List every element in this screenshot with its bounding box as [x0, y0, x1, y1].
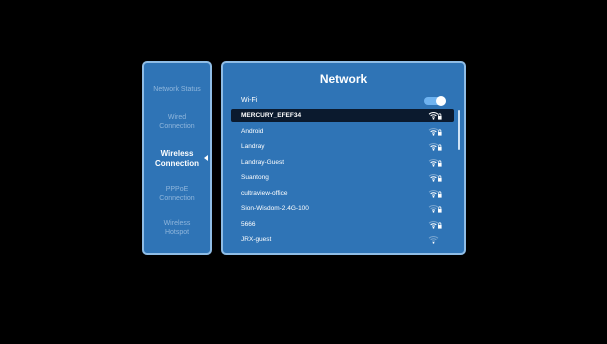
sidebar-item-label: Wireless Hotspot	[163, 220, 191, 236]
lock-icon	[438, 209, 442, 213]
sidebar-item-pppoe-connection[interactable]: PPPoE Connection	[144, 185, 210, 203]
sidebar-item-label: PPPoE Connection	[159, 186, 195, 202]
settings-sidebar: Network Status Wired Connection Wireless…	[142, 61, 212, 255]
network-list-item[interactable]: Sion-Wisdom-2.4G-100	[231, 202, 454, 215]
wifi-signal-icon	[428, 127, 442, 136]
panel-title: Network	[319, 72, 368, 86]
network-name: 5666	[241, 220, 256, 228]
lock-icon	[438, 131, 442, 136]
sidebar-item-label: Wired Connection	[159, 114, 195, 130]
sidebar-item-label: Wireless Connection	[155, 149, 199, 168]
network-name: JRX-guest	[241, 236, 272, 243]
list-scrollbar[interactable]	[458, 110, 460, 150]
network-list-item[interactable]: Android	[231, 125, 454, 138]
network-name: Landray-Guest	[241, 158, 284, 166]
toggle-knob	[436, 96, 446, 106]
network-list-item[interactable]: MERCURY_EFEF34	[231, 109, 454, 122]
lock-icon	[438, 193, 442, 198]
sidebar-item-wireless-hotspot[interactable]: Wireless Hotspot	[144, 219, 210, 237]
wifi-signal-icon	[428, 236, 439, 244]
sidebar-item-network-status[interactable]: Network Status	[144, 85, 210, 94]
wifi-signal-icon	[428, 205, 442, 213]
network-name: MERCURY_EFEF34	[241, 112, 302, 119]
network-list-item[interactable]: cultraview-office	[231, 187, 454, 200]
wifi-signal-icon	[428, 143, 442, 151]
network-list-item[interactable]: JRX-guest	[231, 233, 454, 246]
network-name: Suantong	[241, 174, 269, 181]
wifi-signal-icon	[428, 220, 442, 229]
caret-left-icon	[204, 155, 208, 161]
tv-settings-screen: Network Status Wired Connection Wireless…	[0, 0, 607, 344]
wifi-toggle-row[interactable]: Wi-Fi	[241, 94, 446, 108]
lock-icon	[438, 147, 442, 151]
lock-icon	[438, 116, 442, 120]
wifi-signal-icon	[428, 112, 442, 120]
wifi-label: Wi-Fi	[241, 97, 258, 104]
network-list-item[interactable]: Landray-Guest	[231, 156, 454, 169]
lock-icon	[438, 224, 442, 229]
wifi-signal-icon	[428, 174, 442, 182]
network-name: Android	[241, 127, 264, 135]
wifi-toggle[interactable]	[424, 96, 446, 106]
sidebar-item-wired-connection[interactable]: Wired Connection	[144, 113, 210, 131]
network-list: MERCURY_EFEF34 Android Landray Landray-Gues…	[231, 109, 454, 253]
network-name: Sion-Wisdom-2.4G-100	[241, 205, 309, 212]
network-panel: Network Wi-Fi MERCURY_EFEF34 Android Landr…	[221, 61, 466, 255]
network-name: Landray	[241, 143, 265, 150]
network-name: cultraview-office	[241, 189, 288, 197]
network-list-item[interactable]: 5666	[231, 218, 454, 231]
network-list-item[interactable]: Landray	[231, 140, 454, 153]
sidebar-item-label: Network Status	[153, 86, 201, 93]
lock-icon	[438, 178, 442, 182]
sidebar-item-wireless-connection[interactable]: Wireless Connection	[144, 149, 210, 169]
lock-icon	[438, 162, 442, 167]
wifi-signal-icon	[428, 189, 442, 198]
wifi-signal-icon	[428, 158, 442, 167]
network-list-item[interactable]: Suantong	[231, 171, 454, 184]
